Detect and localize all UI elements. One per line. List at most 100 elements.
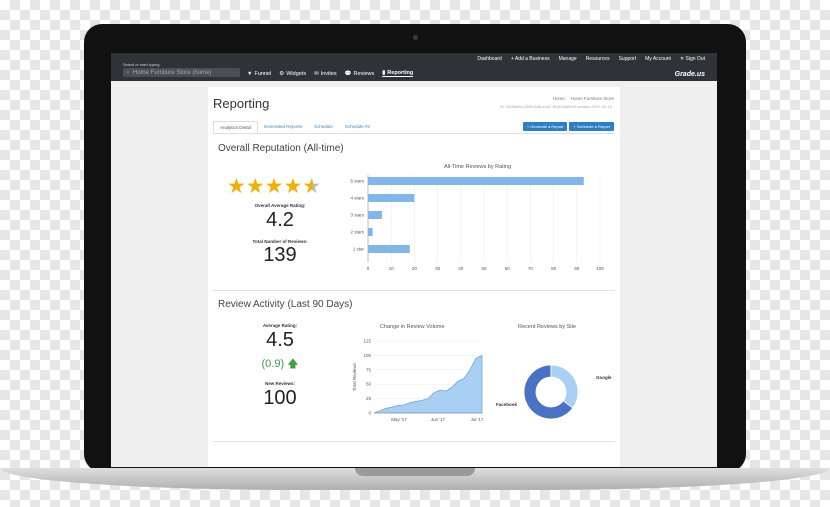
nav-reviews[interactable]: 💬 Reviews xyxy=(345,70,375,77)
search-input[interactable]: Home Furniture Store (home) xyxy=(133,70,211,76)
y-tick-label: 25 xyxy=(366,396,372,401)
tab-analytics-detail[interactable]: Analytics Detail xyxy=(213,121,258,133)
section-heading-activity: Review Activity (Last 90 Days) xyxy=(218,299,353,310)
top-links: Dashboard + Add a Business Manage Resour… xyxy=(477,56,705,62)
business-id: ID: 3fb9ae6e-266f-4b6f-a4d2-8f1d2a56f4f3… xyxy=(499,104,612,109)
main-nav: ▼ Funnel ⚙ Widgets ✉ Invites 💬 Reviews ▮ Repo… xyxy=(247,70,414,77)
tab-schedule-2[interactable]: Schedule #2 xyxy=(339,121,376,133)
rating-change: (0.9) 🡅 xyxy=(220,355,340,374)
x-tick-label: 30 xyxy=(435,266,441,271)
y-tick-label: 3 stars xyxy=(350,213,364,218)
section-divider xyxy=(213,290,615,291)
tab-schedule[interactable]: Schedule xyxy=(308,121,339,133)
new-reviews-label: New Reviews: xyxy=(264,381,295,386)
bar-chart-by-rating: 0 10 20 30 40 50 60 70 80 90 100 5 stars 4 stars 3 st… xyxy=(350,175,604,271)
bar xyxy=(368,211,382,219)
donut-slice xyxy=(550,364,579,409)
link-my-account[interactable]: My Account xyxy=(645,56,671,62)
x-tick-label: 80 xyxy=(551,266,557,271)
nav-label: Reviews xyxy=(353,70,375,77)
bar-chart-icon: ▮ xyxy=(382,70,386,76)
nav-reporting[interactable]: ▮ Reporting xyxy=(382,70,414,77)
nav-widgets[interactable]: ⚙ Widgets xyxy=(279,70,306,77)
y-tick-label: 4 stars xyxy=(350,196,364,201)
search-hint: Select or start typing xyxy=(123,62,160,67)
total-reviews-value: 139 xyxy=(263,244,297,266)
x-tick-label: 90 xyxy=(574,266,580,271)
bar xyxy=(368,228,373,236)
speech-bubble-icon: 💬 xyxy=(344,70,352,77)
envelope-icon: ✉ xyxy=(314,70,319,77)
link-resources[interactable]: Resources xyxy=(586,56,610,62)
nav-funnel[interactable]: ▼ Funnel xyxy=(247,70,271,77)
x-tick-label: 100 xyxy=(596,266,604,271)
x-tick-label: 40 xyxy=(458,266,464,271)
link-support[interactable]: Support xyxy=(619,56,637,62)
chart-title-by-rating: All-Time Reviews by Rating xyxy=(444,164,512,170)
link-add-business[interactable]: + Add a Business xyxy=(511,56,550,62)
link-sign-out[interactable]: ✕ Sign Out xyxy=(680,56,705,62)
y-tick-label: 50 xyxy=(366,382,372,387)
gear-icon: ⚙ xyxy=(279,70,285,77)
nav-label: Widgets xyxy=(286,70,307,77)
bar xyxy=(368,245,410,253)
nav-invites[interactable]: ✉ Invites xyxy=(314,70,337,77)
brand-logo[interactable]: Grade.us xyxy=(675,71,705,78)
activity-average-value: 4.5 xyxy=(266,329,294,351)
slice-label: Facebook xyxy=(496,402,518,407)
area-chart-volume: 0 25 50 75 100 125 May '17 Jun '17 Jul '17 Total … xyxy=(352,339,484,423)
x-tick-label: 20 xyxy=(412,266,418,271)
report-panel: Reporting Home Home Furniture Store ID: … xyxy=(208,87,620,467)
page-title: Reporting xyxy=(213,96,270,111)
y-tick-label: 100 xyxy=(363,353,371,358)
nav-label: Funnel xyxy=(254,70,272,77)
screen: Select or start typing ⌕ Home Furniture … xyxy=(111,53,717,467)
section-heading-reputation: Overall Reputation (All-time) xyxy=(218,143,344,154)
x-tick-label: 50 xyxy=(481,266,487,271)
star-icon: ★ xyxy=(283,175,303,198)
star-icon: ★ xyxy=(227,175,246,198)
y-axis-label: Total Reviews xyxy=(352,362,357,391)
link-dashboard[interactable]: Dashboard xyxy=(477,56,501,62)
report-actions: + Generate a Report + Schedule a Report xyxy=(522,122,614,131)
filter-icon: ▼ xyxy=(247,70,253,77)
link-manage[interactable]: Manage xyxy=(559,56,577,62)
star-icon: ★ xyxy=(245,175,265,198)
business-search[interactable]: ⌕ Home Furniture Store (home) xyxy=(123,68,240,77)
y-tick-label: 5 stars xyxy=(350,179,364,184)
star-icon: ★ xyxy=(264,175,284,198)
new-reviews-value: 100 xyxy=(263,387,297,409)
section-divider xyxy=(213,441,615,442)
x-tick-label: 70 xyxy=(528,266,534,271)
half-star-icon: ★ xyxy=(302,175,322,198)
y-tick-label: 2 stars xyxy=(350,230,364,235)
search-icon: ⌕ xyxy=(126,68,130,76)
x-tick-label: May '17 xyxy=(391,417,407,422)
y-tick-label: 1 star xyxy=(353,247,365,252)
overall-average-label: Overall Average Rating: xyxy=(254,203,306,208)
chart-title-by-site: Recent Reviews by Site xyxy=(518,324,577,330)
x-tick-label: Jul '17 xyxy=(471,417,484,422)
x-tick-label: 10 xyxy=(389,266,395,271)
slice-label: Google xyxy=(596,375,612,380)
y-tick-label: 75 xyxy=(366,367,372,372)
bar xyxy=(368,177,584,185)
top-navbar: Select or start typing ⌕ Home Furniture … xyxy=(111,53,717,81)
overall-average-value: 4.2 xyxy=(266,209,294,231)
breadcrumb-home[interactable]: Home xyxy=(553,96,565,101)
x-tick-label: Jun '17 xyxy=(431,417,446,422)
breadcrumb: Home Home Furniture Store xyxy=(553,96,614,101)
generate-report-button[interactable]: + Generate a Report xyxy=(522,122,568,131)
camera-icon xyxy=(413,35,418,40)
y-tick-label: 0 xyxy=(368,411,371,416)
nav-label: Reporting xyxy=(387,70,414,76)
arrow-up-icon: 🡅 xyxy=(287,358,299,370)
bar xyxy=(368,194,415,202)
tab-generated-reports[interactable]: Generated Reports xyxy=(258,121,308,133)
donut-chart-by-site: Facebook Google xyxy=(496,364,612,420)
schedule-report-button[interactable]: + Schedule a Report xyxy=(569,122,614,131)
x-tick-label: 60 xyxy=(505,266,511,271)
star-rating: ★ ★ ★ ★ ★ xyxy=(227,176,321,198)
laptop-notch xyxy=(355,468,475,476)
rating-change-value: (0.9) xyxy=(261,358,285,370)
